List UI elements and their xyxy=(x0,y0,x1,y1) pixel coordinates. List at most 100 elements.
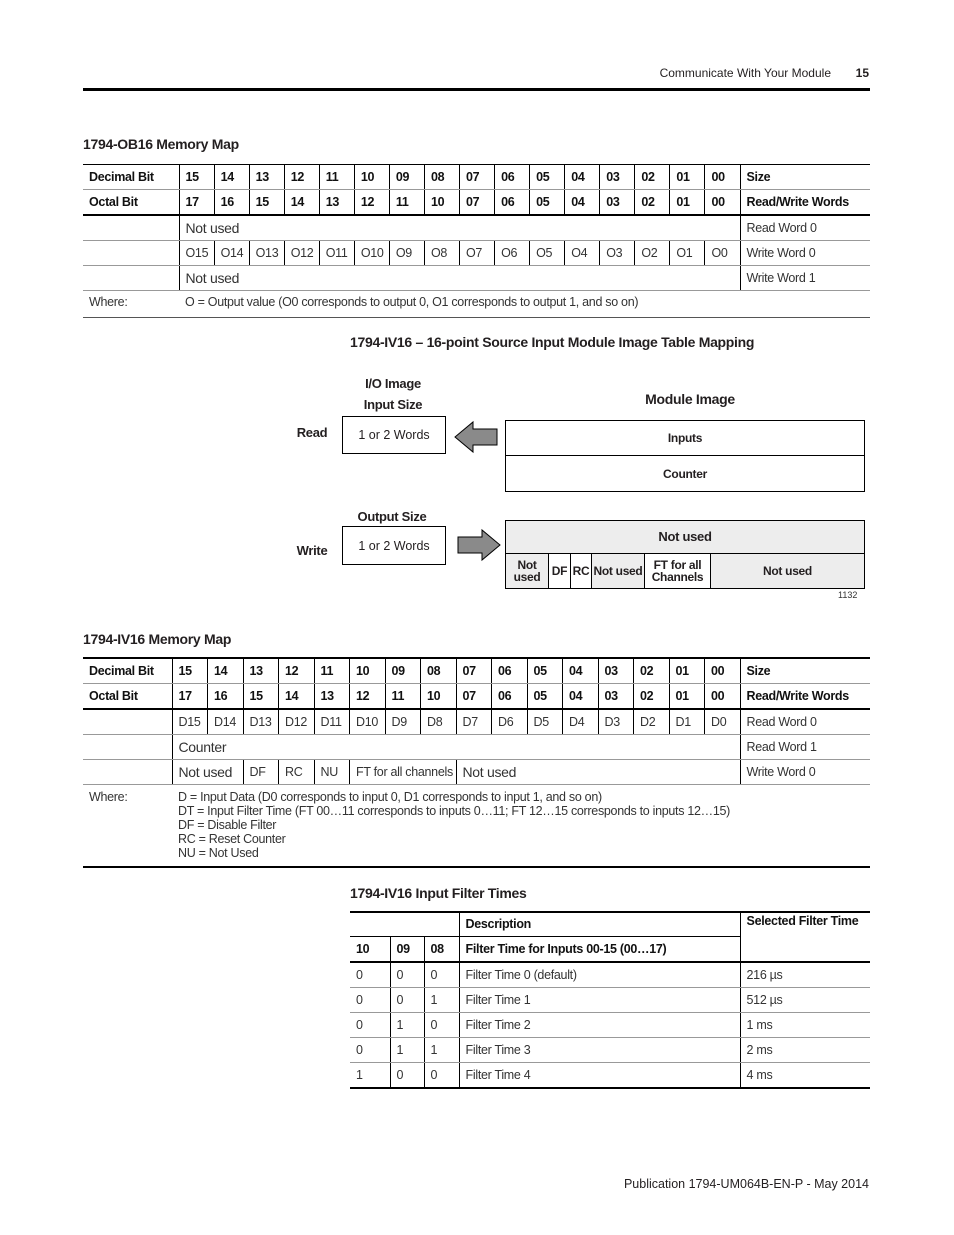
write-size-box: 1 or 2 Words xyxy=(342,526,446,565)
bit-cell: D5 xyxy=(526,709,563,735)
size-header: Read/Write Words xyxy=(739,189,870,216)
bit-cell: O12 xyxy=(283,240,320,266)
bit-header: 04 xyxy=(564,189,600,216)
bit-cell: D7 xyxy=(455,709,492,735)
output-ft-cell: FT for all Channels xyxy=(644,553,711,589)
bit-header: 01 xyxy=(669,164,705,190)
filter-description: Filter Time 3 xyxy=(458,1037,741,1063)
output-not-used-cell-2: Not used xyxy=(591,553,645,589)
bit-cell: D12 xyxy=(278,709,314,735)
bit-cell: D2 xyxy=(633,709,669,735)
filter-description: Filter Time 2 xyxy=(458,1012,741,1038)
bit-cell: O2 xyxy=(634,240,670,266)
bit-header: 11 xyxy=(313,658,350,684)
bit-value: 1 xyxy=(423,987,460,1013)
filter-title: 1794-IV16 Input Filter Times xyxy=(350,885,527,901)
bit-header: 05 xyxy=(526,683,563,710)
bit-header: 11 xyxy=(384,683,421,710)
inputs-cell: Inputs xyxy=(505,420,865,456)
bit-header: 14 xyxy=(213,164,250,190)
header-row: Decimal Bit 15 14 13 12 11 10 09 08 07 06 05 04 03 02 0… xyxy=(83,658,870,684)
bit-cell: D6 xyxy=(491,709,527,735)
bit-cell: O5 xyxy=(529,240,565,266)
bit-cell: D8 xyxy=(420,709,456,735)
header-rule xyxy=(83,88,870,91)
where-note: RC = Reset Counter xyxy=(178,832,286,846)
size-cell: Read Word 1 xyxy=(739,734,870,760)
bit-header: 12 xyxy=(278,658,314,684)
filter-time: 512 µs xyxy=(739,987,871,1013)
bit-header: 03 xyxy=(597,658,634,684)
bit-header: 06 xyxy=(491,683,527,710)
figure-id: 1132 xyxy=(838,590,858,600)
filter-row: 0 1 0 Filter Time 21 ms xyxy=(350,1012,871,1038)
bit-header: 00 xyxy=(704,683,740,710)
bit-value: 1 xyxy=(389,1037,424,1063)
bit-cell: D10 xyxy=(349,709,385,735)
bit-10-header: 10 xyxy=(350,936,390,963)
ob16-title: 1794-OB16 Memory Map xyxy=(83,136,239,152)
bit-header: 08 xyxy=(423,164,460,190)
iv16-where-label: Where: xyxy=(89,790,128,804)
size-header: Size xyxy=(739,164,870,190)
read-size-box: 1 or 2 Words xyxy=(342,416,446,454)
row-label xyxy=(83,215,179,241)
right-arrow-icon xyxy=(457,528,501,562)
bit-header: 04 xyxy=(562,683,598,710)
bit-cell: Not used xyxy=(455,759,740,785)
selected-filter-time-header: Selected Filter Time xyxy=(739,912,871,963)
input-size-label: Input Size xyxy=(363,397,423,412)
bit-header: 11 xyxy=(388,189,425,216)
bit-header: 15 xyxy=(171,658,208,684)
bit-header: 05 xyxy=(529,164,565,190)
filter-time: 2 ms xyxy=(739,1037,871,1063)
bit-cell: DF xyxy=(242,759,279,785)
bit-header: 17 xyxy=(178,189,215,216)
bit-header: 00 xyxy=(704,189,740,216)
ob16-memory-map-table: Decimal Bit 15 14 13 12 11 10 09 08 07 06 05 04 03 02 0… xyxy=(83,164,870,291)
bit-value: 1 xyxy=(350,1062,390,1089)
publication-footer: Publication 1794-UM064B-EN-P - May 2014 xyxy=(623,1177,869,1191)
bit-header: 12 xyxy=(283,164,320,190)
bit-header: 11 xyxy=(318,164,355,190)
module-image-label: Module Image xyxy=(645,391,735,407)
write-label: Write xyxy=(296,543,328,558)
ob16-where-notes: O = Output value (O0 corresponds to outp… xyxy=(185,295,639,309)
bit-header: 16 xyxy=(213,189,250,216)
bit-cell: D4 xyxy=(562,709,598,735)
bit-header: 02 xyxy=(634,189,670,216)
bit-cell: O3 xyxy=(599,240,635,266)
table-row: Counter Read Word 1 xyxy=(83,734,870,760)
bit-value: 0 xyxy=(389,962,424,988)
iv16-where-notes: D = Input Data (D0 corresponds to input … xyxy=(178,790,730,860)
bit-cell: O7 xyxy=(458,240,495,266)
row-label xyxy=(83,709,172,735)
bit-header: 10 xyxy=(420,683,456,710)
bit-cell: O4 xyxy=(564,240,600,266)
bit-value: 0 xyxy=(350,1037,390,1063)
bit-header: 06 xyxy=(491,658,527,684)
bit-header: 12 xyxy=(349,683,385,710)
bit-cell: D14 xyxy=(207,709,243,735)
bit-cell: O13 xyxy=(248,240,285,266)
bit-header: 09 xyxy=(384,658,421,684)
table-row: D15 D14 D13 D12 D11 D10 D9 D8 D7 D6 D5 D4 D3 D2 D1 D0 Re… xyxy=(83,709,870,735)
filter-description: Filter Time 4 xyxy=(458,1062,741,1089)
bit-header: 13 xyxy=(318,189,355,216)
filter-time: 216 µs xyxy=(739,962,871,988)
bit-cell: O6 xyxy=(494,240,530,266)
bit-value: 0 xyxy=(350,1012,390,1038)
size-cell: Write Word 0 xyxy=(739,759,870,785)
table-row: O15 O14 O13 O12 O11 O10 O9 O8 O7 O6 O5 O4 O3 O2 O1 O0 Wr… xyxy=(83,240,870,266)
where-note: DF = Disable Filter xyxy=(178,818,277,832)
bit-header: 07 xyxy=(458,164,495,190)
bit-cell: D0 xyxy=(704,709,740,735)
table-row: Not used Write Word 1 xyxy=(83,265,870,291)
bit-header: 03 xyxy=(597,683,634,710)
bit-header: 14 xyxy=(283,189,320,216)
description-header: Description xyxy=(458,912,741,937)
bit-header: 05 xyxy=(529,189,565,216)
bit-header: 02 xyxy=(633,658,669,684)
bit-header: 10 xyxy=(423,189,460,216)
header-row: Octal Bit 17 16 15 14 13 12 11 10 07 06 05 04 03 02 01 0… xyxy=(83,189,870,216)
